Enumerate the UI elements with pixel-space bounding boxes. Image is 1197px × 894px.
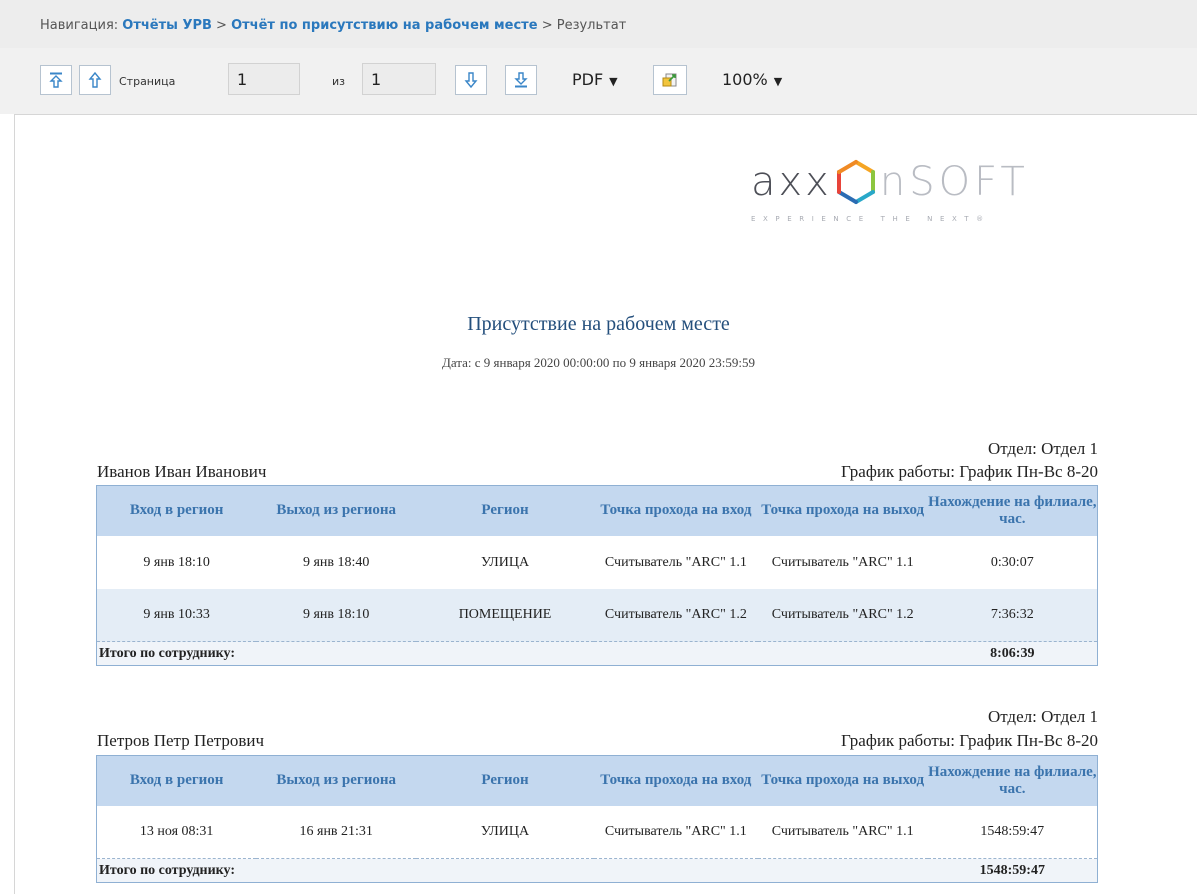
column-header-duration: Нахождение на филиале, час.: [927, 485, 1098, 536]
table-cell: 1548:59:47: [980, 824, 1045, 840]
table-cell: 7:36:32: [927, 588, 1098, 642]
column-header-entry-point: Точка прохода на вход: [593, 755, 758, 806]
table-cell: 0:30:07: [990, 554, 1034, 570]
breadcrumb-separator: >: [216, 18, 227, 33]
page-number-input[interactable]: 1: [228, 63, 300, 95]
table-row: 9 янв 10:33 9 янв 18:10 ПОМЕЩЕНИЕ Считыв…: [96, 588, 1098, 642]
breadcrumb-separator: >: [541, 18, 553, 33]
logo-brand-left: axx: [751, 159, 832, 205]
table-cell: 9 янв 18:10: [256, 588, 417, 642]
column-header-entry-point: Точка прохода на вход: [593, 485, 758, 536]
table-row: 9 янв 18:10 9 янв 18:40 УЛИЦА Считывател…: [97, 536, 1098, 589]
next-page-button[interactable]: [455, 65, 487, 95]
report-toolbar: Страница 1 из 1 PDF ▼ 100% ▼: [0, 48, 1197, 114]
table-cell: Считыватель "ARC" 1.2: [593, 588, 758, 642]
table-cell: 9 янв 18:10: [143, 554, 210, 570]
column-header-entry: Вход в регион: [96, 485, 257, 536]
next-page-icon: [464, 72, 478, 89]
logo-wordmark: axx nSOFT: [751, 159, 1029, 205]
dropdown-arrow-icon: ▼: [609, 75, 618, 88]
employee-name: Иванов Иван Иванович: [97, 462, 267, 481]
column-header-exit: Выход из региона: [256, 485, 417, 536]
breadcrumb-link-presence-report[interactable]: Отчёт по присутствию на рабочем месте: [231, 18, 537, 33]
logo-brand-right: nSOFT: [879, 159, 1029, 205]
column-header-region: Регион: [416, 755, 594, 806]
last-page-button[interactable]: [505, 65, 537, 95]
table-cell: 9 янв 18:40: [302, 554, 370, 570]
table-cell: УЛИЦА: [480, 824, 530, 840]
zoom-value: 100%: [722, 70, 768, 89]
dropdown-arrow-icon: ▼: [773, 75, 783, 88]
table-header-row: Вход в регион Выход из региона Регион То…: [96, 755, 1098, 806]
column-header-duration: Нахождение на филиале, час.: [927, 755, 1098, 806]
table-row: 13 ноя 08:31 16 янв 21:31 УЛИЦА Считыват…: [97, 806, 1098, 859]
last-page-icon: [514, 72, 528, 88]
table-cell: 16 янв 21:31: [299, 824, 373, 840]
first-page-icon: [49, 72, 63, 88]
zoom-select[interactable]: 100% ▼: [722, 70, 782, 89]
column-header-entry: Вход в регион: [96, 755, 257, 806]
table-cell: УЛИЦА: [480, 554, 530, 570]
table-cell: Считыватель "ARC" 1.1: [771, 554, 914, 570]
report-date-range: Дата: с 9 января 2020 00:00:00 по 9 янва…: [441, 355, 755, 370]
table-cell: Считыватель "ARC" 1.1: [604, 824, 747, 840]
breadcrumb-link-reports[interactable]: Отчёты УРВ: [122, 18, 212, 33]
total-label: Итого по сотруднику:: [96, 858, 928, 883]
table-cell: ПОМЕЩЕНИЕ: [416, 588, 594, 642]
navigation-bar: Навигация: Отчёты УРВ > Отчёт по присутс…: [0, 0, 1197, 48]
prev-page-icon: [88, 71, 102, 88]
total-pages-field: 1: [362, 63, 436, 95]
column-header-exit: Выход из региона: [256, 755, 417, 806]
export-button[interactable]: [653, 65, 687, 95]
column-header-region: Регион: [416, 485, 594, 536]
column-header-exit-point: Точка прохода на выход: [757, 485, 928, 536]
employee-department: Отдел: Отдел 1: [987, 439, 1098, 458]
column-header-exit-point: Точка прохода на выход: [757, 755, 928, 806]
first-page-button[interactable]: [40, 65, 72, 95]
page-label: Страница: [119, 75, 176, 88]
export-icon: [662, 73, 677, 87]
prev-page-button[interactable]: [79, 65, 111, 95]
format-select[interactable]: PDF ▼: [572, 70, 618, 89]
format-value: PDF: [572, 70, 604, 89]
table-total-row: Итого по сотруднику: 1548:59:47: [96, 858, 1098, 883]
company-logo: axx nSOFT EXPERIENCE THE NEXT®: [751, 157, 1091, 237]
table-cell: 9 янв 10:33: [96, 588, 257, 642]
of-label: из: [332, 75, 345, 88]
table-header-row: Вход в регион Выход из региона Регион То…: [96, 485, 1098, 536]
table-cell: Считыватель "ARC" 1.1: [771, 824, 914, 840]
report-title: Присутствие на рабочем месте: [467, 313, 730, 335]
total-value: 8:06:39: [927, 641, 1098, 666]
employee-schedule: График работы: График Пн-Вс 8-20: [841, 731, 1098, 750]
employee-schedule: График работы: График Пн-Вс 8-20: [841, 462, 1098, 481]
logo-tagline: EXPERIENCE THE NEXT®: [751, 215, 991, 223]
logo-hexagon-icon: [836, 160, 875, 204]
employee-department: Отдел: Отдел 1: [987, 707, 1098, 726]
employee-name: Петров Петр Петрович: [97, 731, 265, 750]
table-cell: Считыватель "ARC" 1.2: [757, 588, 928, 642]
presence-table: Вход в регион Выход из региона Регион То…: [96, 755, 1098, 883]
breadcrumb-current: Результат: [556, 18, 627, 33]
total-value: 1548:59:47: [927, 858, 1098, 883]
breadcrumb-prefix: Навигация:: [40, 18, 119, 33]
table-cell: Считыватель "ARC" 1.1: [604, 554, 747, 570]
table-cell: 13 ноя 08:31: [139, 824, 214, 840]
table-total-row: Итого по сотруднику: 8:06:39: [96, 641, 1098, 666]
presence-table: Вход в регион Выход из региона Регион То…: [96, 485, 1098, 666]
breadcrumb: Навигация: Отчёты УРВ > Отчёт по присутс…: [40, 18, 626, 33]
total-label: Итого по сотруднику:: [96, 641, 928, 666]
